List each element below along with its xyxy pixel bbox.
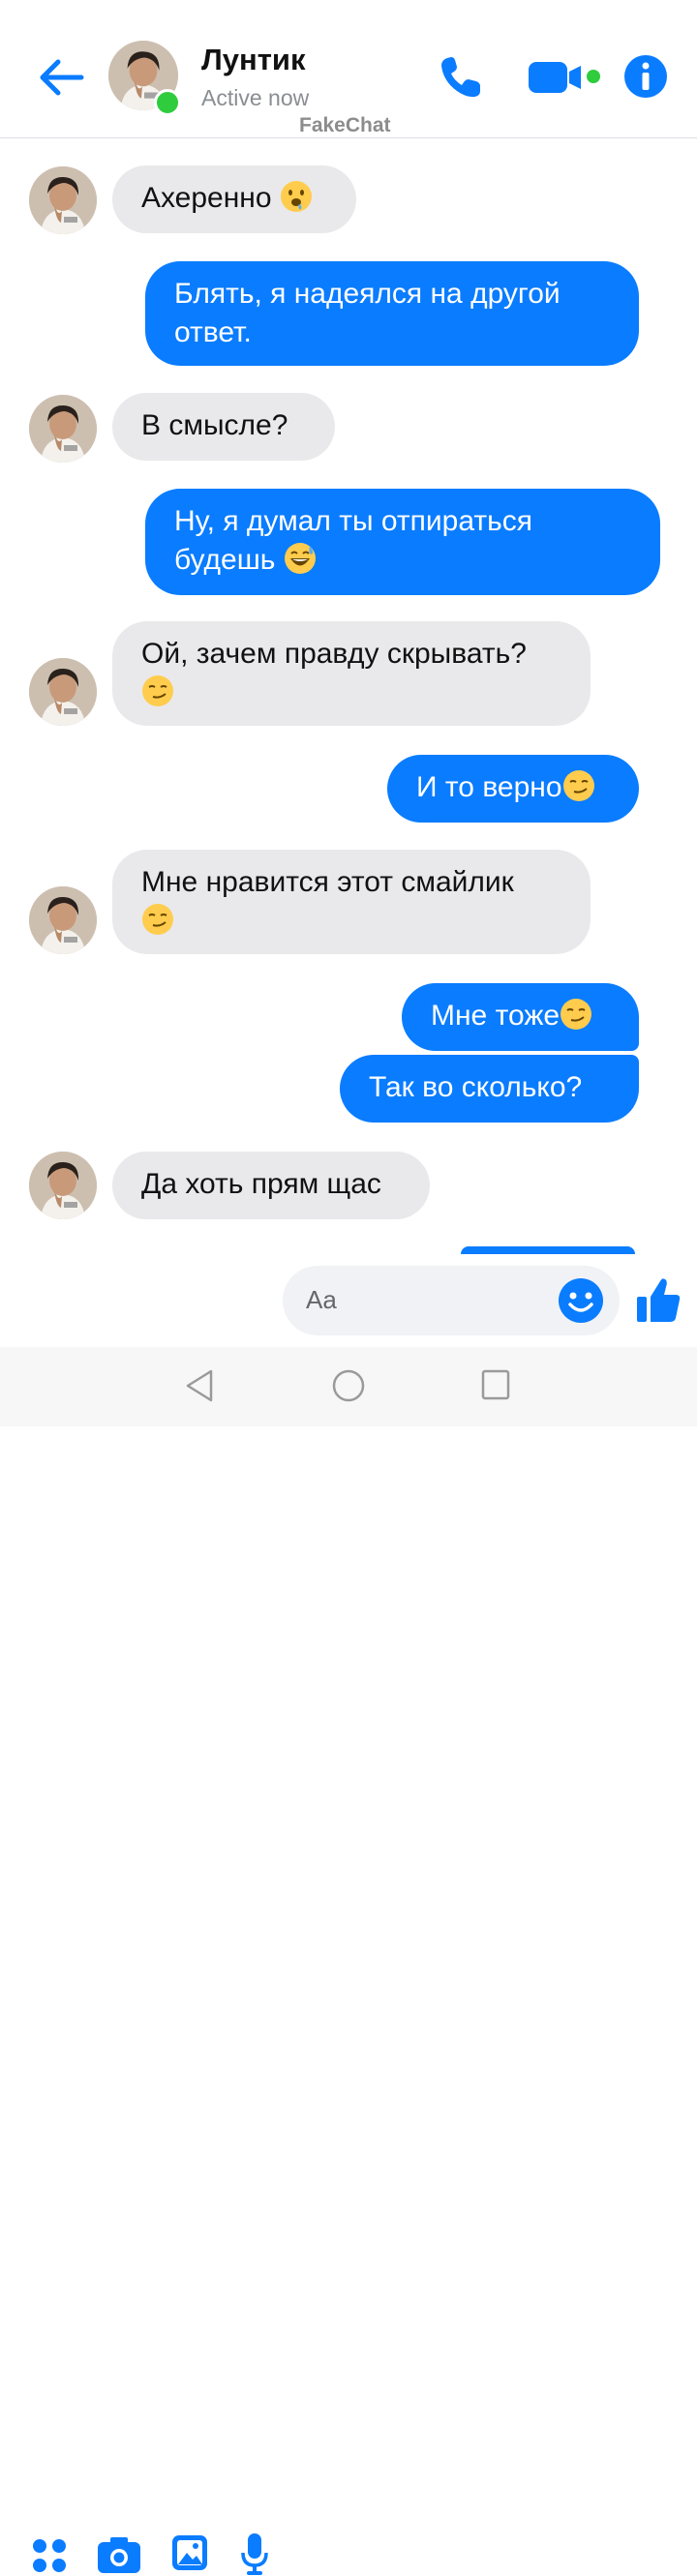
avatar[interactable] xyxy=(29,395,97,463)
incoming-message[interactable]: Ахеренно xyxy=(112,165,356,233)
online-indicator xyxy=(154,89,181,116)
message-text: Так во сколько? xyxy=(369,1071,583,1103)
outgoing-message[interactable]: Ну, я думал ты отпираться будешь xyxy=(145,489,660,595)
smirking-face-icon xyxy=(141,903,174,936)
outgoing-message[interactable]: И то верно xyxy=(387,755,639,823)
incoming-message[interactable]: Ой, зачем правду скрывать? xyxy=(112,621,591,726)
phone-icon[interactable] xyxy=(436,52,486,103)
message-input-placeholder: Aa xyxy=(306,1285,337,1314)
chat-header: Лунтик Active now FakeChat xyxy=(0,0,697,138)
watermark: FakeChat xyxy=(299,114,391,136)
smiley-icon[interactable] xyxy=(558,1277,604,1324)
incoming-message[interactable]: Мне нравится этот смайлик xyxy=(112,850,591,954)
outgoing-message[interactable]: Так во сколько? xyxy=(340,1055,639,1123)
smirking-face-icon xyxy=(562,769,595,802)
outgoing-message-partial[interactable] xyxy=(461,1246,635,1254)
message-text-line: Блять, я надеялся на другой xyxy=(174,278,561,310)
avatar[interactable] xyxy=(29,658,97,726)
message-text-line: Ой, зачем правду скрывать? xyxy=(141,638,527,670)
message-text: В смысле? xyxy=(141,409,288,441)
thumbs-up-icon[interactable] xyxy=(635,1275,682,1324)
incoming-message[interactable]: В смысле? xyxy=(112,393,335,461)
grinning-sweat-face-icon xyxy=(284,542,317,575)
smirking-face-icon xyxy=(560,998,592,1031)
camera-icon[interactable] xyxy=(97,2535,141,2574)
message-text: Ахеренно xyxy=(141,182,272,214)
message-text: И то верно xyxy=(416,771,562,803)
presence-status: Active now xyxy=(201,85,310,110)
message-text-line: ответ. xyxy=(174,316,252,348)
avatar[interactable] xyxy=(29,886,97,954)
incoming-message[interactable]: Да хоть прям щас xyxy=(112,1152,430,1219)
info-icon[interactable] xyxy=(623,54,668,99)
four-dots-icon[interactable] xyxy=(31,2537,68,2574)
message-text: Да хоть прям щас xyxy=(141,1168,381,1200)
outgoing-message[interactable]: Мне тоже xyxy=(402,983,639,1051)
smirking-face-icon xyxy=(141,674,174,707)
home-circle-icon[interactable] xyxy=(331,1368,366,1403)
back-triangle-icon[interactable] xyxy=(184,1368,215,1403)
outgoing-message[interactable]: Блять, я надеялся на другой ответ. xyxy=(145,261,639,366)
video-camera-icon[interactable] xyxy=(527,56,604,99)
avatar[interactable] xyxy=(29,1152,97,1219)
contact-name[interactable]: Лунтик xyxy=(201,43,305,77)
drooling-face-icon xyxy=(280,180,313,213)
message-text-line: Ну, я думал ты отпираться xyxy=(174,505,532,537)
arrow-left-icon[interactable] xyxy=(35,54,85,101)
avatar[interactable] xyxy=(29,166,97,234)
image-icon[interactable] xyxy=(170,2533,209,2572)
message-text-line: будешь xyxy=(174,544,276,576)
microphone-icon[interactable] xyxy=(240,2531,269,2576)
system-navigation-bar xyxy=(0,1347,697,1426)
message-text: Мне тоже xyxy=(431,1000,561,1032)
message-text-line: Мне нравится этот смайлик xyxy=(141,866,514,898)
recents-square-icon[interactable] xyxy=(480,1368,511,1401)
